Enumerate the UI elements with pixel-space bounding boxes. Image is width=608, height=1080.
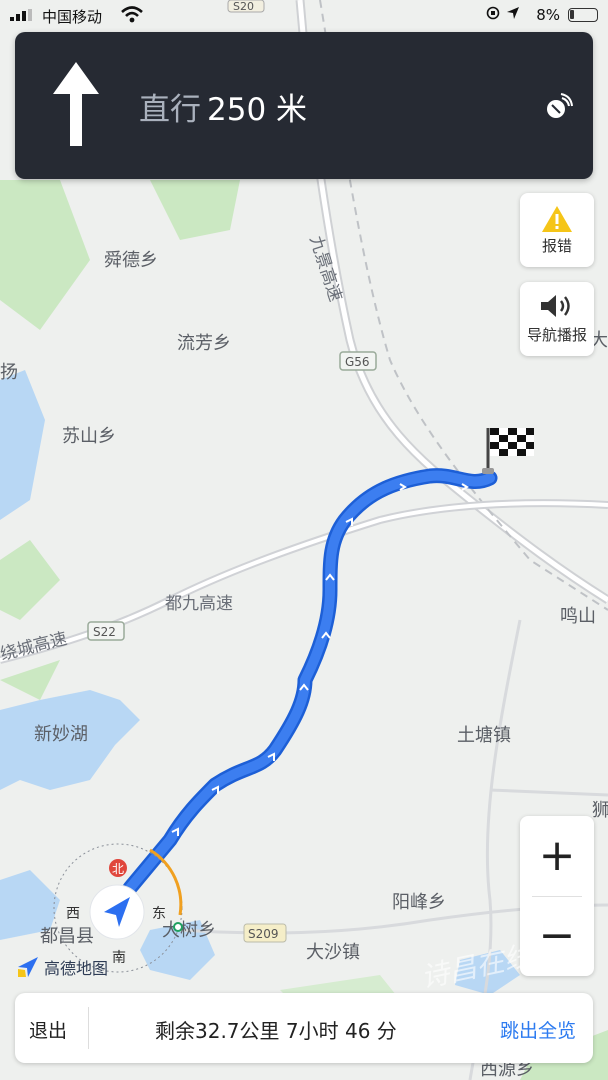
place-tutang: 土塘镇 bbox=[457, 725, 511, 746]
speaker-icon bbox=[541, 295, 570, 317]
nav-instruction: 直行 250 米 bbox=[139, 84, 307, 129]
overview-button[interactable]: 跳出全览 bbox=[500, 1016, 576, 1043]
compass-west: 西 bbox=[66, 906, 80, 922]
svg-text:S209: S209 bbox=[248, 927, 279, 941]
place-dashu: 大树乡 bbox=[162, 920, 216, 941]
battery-percent: 8% bbox=[536, 6, 560, 24]
voice-broadcast-label: 导航播报 bbox=[526, 326, 587, 344]
location-arrow-icon bbox=[507, 7, 519, 19]
place-yangfeng: 阳峰乡 bbox=[392, 892, 446, 913]
road-shield-s209: S209 bbox=[243, 923, 287, 943]
orientation-lock-icon bbox=[486, 6, 500, 20]
current-location-icon bbox=[89, 884, 145, 940]
place-mingshan: 鸣山 bbox=[560, 606, 596, 627]
zoom-control: + − bbox=[520, 816, 594, 976]
place-shi: 狮 bbox=[592, 800, 608, 821]
voice-broadcast-button[interactable]: 导航播报 bbox=[520, 282, 594, 356]
report-error-label: 报错 bbox=[541, 237, 572, 255]
signal-icon bbox=[10, 9, 32, 21]
place-xinmiao-lake: 新妙湖 bbox=[34, 724, 88, 745]
svg-text:G56: G56 bbox=[345, 355, 370, 369]
svg-text:S22: S22 bbox=[93, 625, 116, 639]
road-shield-s22: S22 bbox=[87, 621, 125, 641]
warning-icon bbox=[542, 206, 572, 232]
remaining-info: 剩余32.7公里 7小时 46 分 bbox=[155, 1019, 397, 1043]
compass-east: 东 bbox=[152, 906, 166, 922]
gps-signal-icon[interactable] bbox=[543, 92, 573, 122]
road-shield-g56: G56 bbox=[339, 351, 377, 371]
place-sushan: 苏山乡 bbox=[62, 426, 116, 447]
status-bar: 中国移动 8% bbox=[0, 0, 608, 30]
bottom-bar: 退出 剩余32.7公里 7小时 46 分 跳出全览 bbox=[15, 993, 593, 1063]
report-error-button[interactable]: 报错 bbox=[520, 193, 594, 267]
battery-icon bbox=[568, 8, 598, 22]
place-duchang-county: 都昌县 bbox=[40, 926, 94, 947]
amap-logo-icon bbox=[18, 957, 38, 977]
carrier-name: 中国移动 bbox=[42, 8, 103, 26]
place-liufang: 流芳乡 bbox=[177, 333, 231, 354]
place-dasha: 大沙镇 bbox=[306, 942, 360, 963]
place-yang: 扬 bbox=[0, 362, 18, 383]
compass-south: 南 bbox=[112, 950, 126, 966]
straight-arrow-icon bbox=[53, 62, 99, 146]
amap-logo: 高德地图 bbox=[16, 955, 108, 979]
nav-maneuver: 直行 bbox=[139, 92, 201, 128]
exit-button[interactable]: 退出 bbox=[29, 1016, 67, 1043]
road-duchang-highway: 都九高速 bbox=[165, 594, 233, 614]
compass-north: 北 bbox=[112, 862, 124, 876]
nav-distance: 250 米 bbox=[207, 92, 308, 128]
zoom-in-button[interactable]: + bbox=[520, 816, 594, 896]
place-shunde: 舜德乡 bbox=[104, 250, 158, 271]
wifi-icon bbox=[121, 6, 143, 23]
bottom-divider bbox=[88, 1007, 89, 1049]
navigation-banner: 直行 250 米 bbox=[15, 32, 593, 179]
amap-logo-text: 高德地图 bbox=[44, 959, 109, 978]
